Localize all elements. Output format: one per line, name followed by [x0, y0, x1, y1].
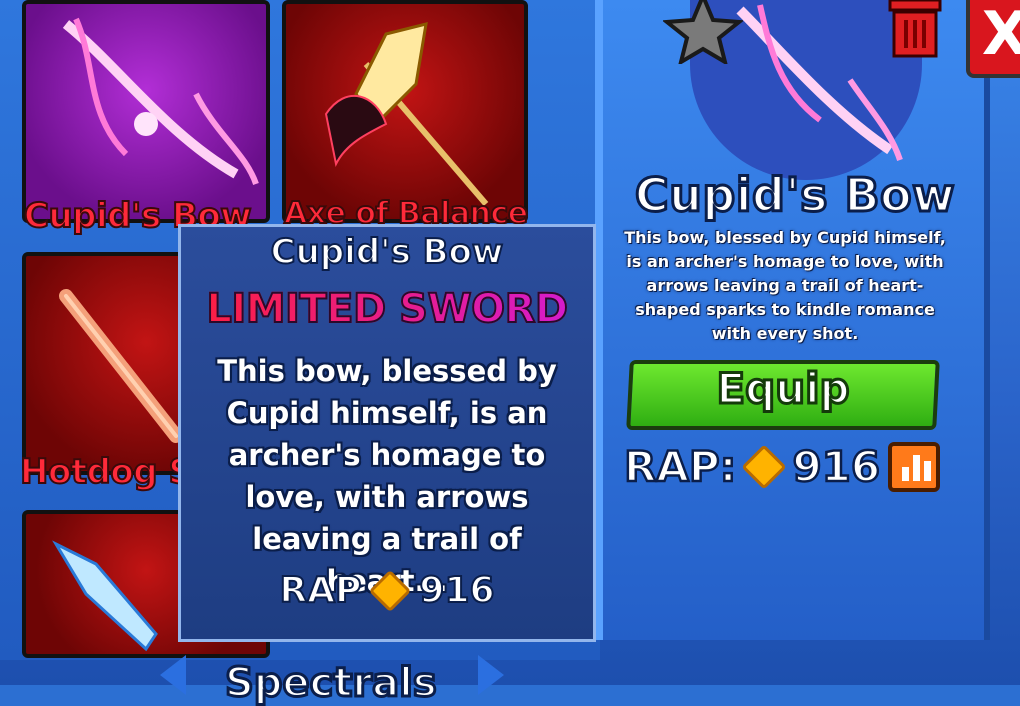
prev-category-arrow-icon[interactable]	[160, 655, 186, 695]
gem-icon	[369, 569, 412, 612]
gem-icon	[741, 443, 788, 490]
tooltip-title: Cupid's Bow	[270, 231, 505, 273]
tooltip-rap-value: 916	[418, 569, 495, 612]
tooltip-description: This bow, blessed by Cupid himself, is a…	[217, 354, 557, 598]
equip-button-label: Equip	[715, 363, 851, 415]
item-title: Cupid's Bow	[633, 167, 956, 224]
bar-chart-icon-bar	[924, 461, 931, 481]
item-card-axe-of-balance[interactable]	[282, 0, 528, 223]
bow-icon	[62, 17, 259, 186]
next-category-arrow-icon[interactable]	[478, 655, 504, 695]
tooltip-rap: RAP 916	[178, 569, 596, 612]
item-name-hotdog-sword: Hotdog S	[19, 451, 194, 493]
category-label: Spectrals	[224, 659, 439, 706]
rap-label: RAP:	[623, 441, 738, 493]
tooltip-rarity: LIMITED SWORD	[178, 285, 596, 333]
stats-chart-button[interactable]	[888, 442, 940, 492]
close-button[interactable]: X	[966, 0, 1020, 78]
axe-icon	[324, 21, 489, 206]
item-description: This bow, blessed by Cupid himself, is a…	[624, 228, 946, 343]
item-card-cupids-bow[interactable]	[22, 0, 270, 223]
bar-chart-icon	[902, 467, 909, 481]
bar-chart-icon-bar	[913, 455, 920, 481]
rap-display: RAP: 916	[623, 441, 882, 493]
trash-icon[interactable]	[886, 0, 944, 60]
tooltip-rap-label: RAP	[278, 569, 362, 612]
rap-value: 916	[791, 441, 881, 493]
